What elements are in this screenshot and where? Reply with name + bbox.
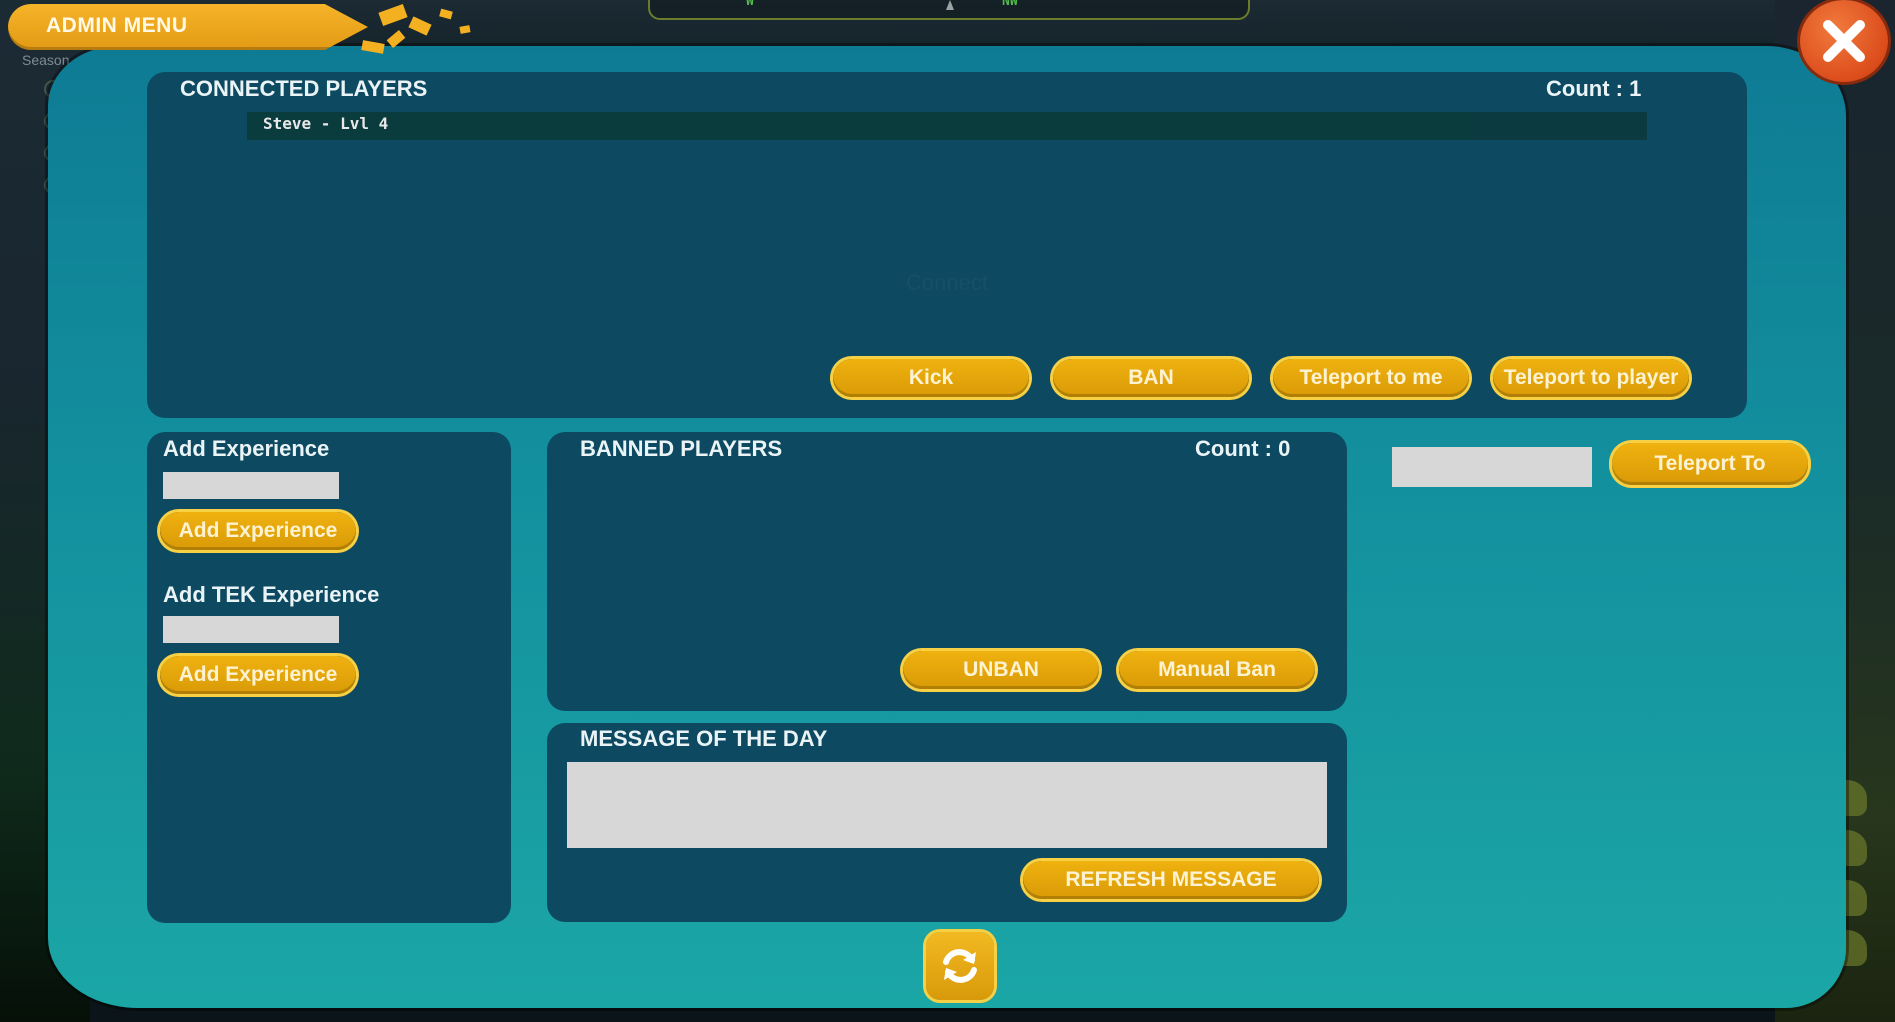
unban-button[interactable]: UNBAN bbox=[903, 651, 1099, 689]
teleport-coordinates-input[interactable] bbox=[1392, 447, 1592, 487]
page-title: ADMIN MENU bbox=[46, 14, 188, 37]
refresh-icon bbox=[943, 949, 977, 983]
connected-players-title: CONNECTED PLAYERS bbox=[180, 76, 428, 101]
ban-button[interactable]: BAN bbox=[1053, 359, 1249, 397]
add-experience-button[interactable]: Add Experience bbox=[160, 512, 356, 550]
list-item[interactable] bbox=[247, 112, 1471, 140]
compass-pointer-icon bbox=[946, 0, 954, 10]
message-of-the-day-input[interactable] bbox=[567, 762, 1327, 848]
add-experience-input[interactable] bbox=[163, 472, 339, 499]
banned-players-title: BANNED PLAYERS bbox=[580, 436, 783, 461]
message-of-the-day-title: MESSAGE OF THE DAY bbox=[580, 726, 828, 751]
close-icon bbox=[1823, 20, 1865, 62]
season-label: Season bbox=[22, 52, 70, 68]
add-tek-experience-button[interactable]: Add Experience bbox=[160, 656, 356, 694]
compass-mark-w: W bbox=[746, 0, 754, 9]
compass-bar: W NW bbox=[648, 0, 1250, 20]
teleport-to-me-button[interactable]: Teleport to me bbox=[1273, 359, 1469, 397]
connected-players-count: Count : 1 bbox=[1546, 76, 1642, 101]
player-name: Steve - Lvl 4 bbox=[263, 114, 389, 133]
faint-overlay-text: Connect bbox=[906, 270, 988, 295]
manual-ban-button[interactable]: Manual Ban bbox=[1119, 651, 1315, 689]
compass-mark-nw: NW bbox=[1002, 0, 1018, 9]
add-experience-label: Add Experience bbox=[163, 436, 330, 461]
banned-players-count: Count : 0 bbox=[1195, 436, 1291, 461]
refresh-message-button[interactable]: REFRESH MESSAGE bbox=[1023, 861, 1319, 899]
close-button[interactable] bbox=[1800, 0, 1888, 82]
kick-button[interactable]: Kick bbox=[833, 359, 1029, 397]
teleport-to-player-button[interactable]: Teleport to player bbox=[1493, 359, 1689, 397]
add-tek-experience-label: Add TEK Experience bbox=[163, 582, 380, 607]
add-tek-experience-input[interactable] bbox=[163, 616, 339, 643]
teleport-to-button[interactable]: Teleport To bbox=[1612, 443, 1808, 485]
refresh-button[interactable] bbox=[926, 932, 994, 1000]
